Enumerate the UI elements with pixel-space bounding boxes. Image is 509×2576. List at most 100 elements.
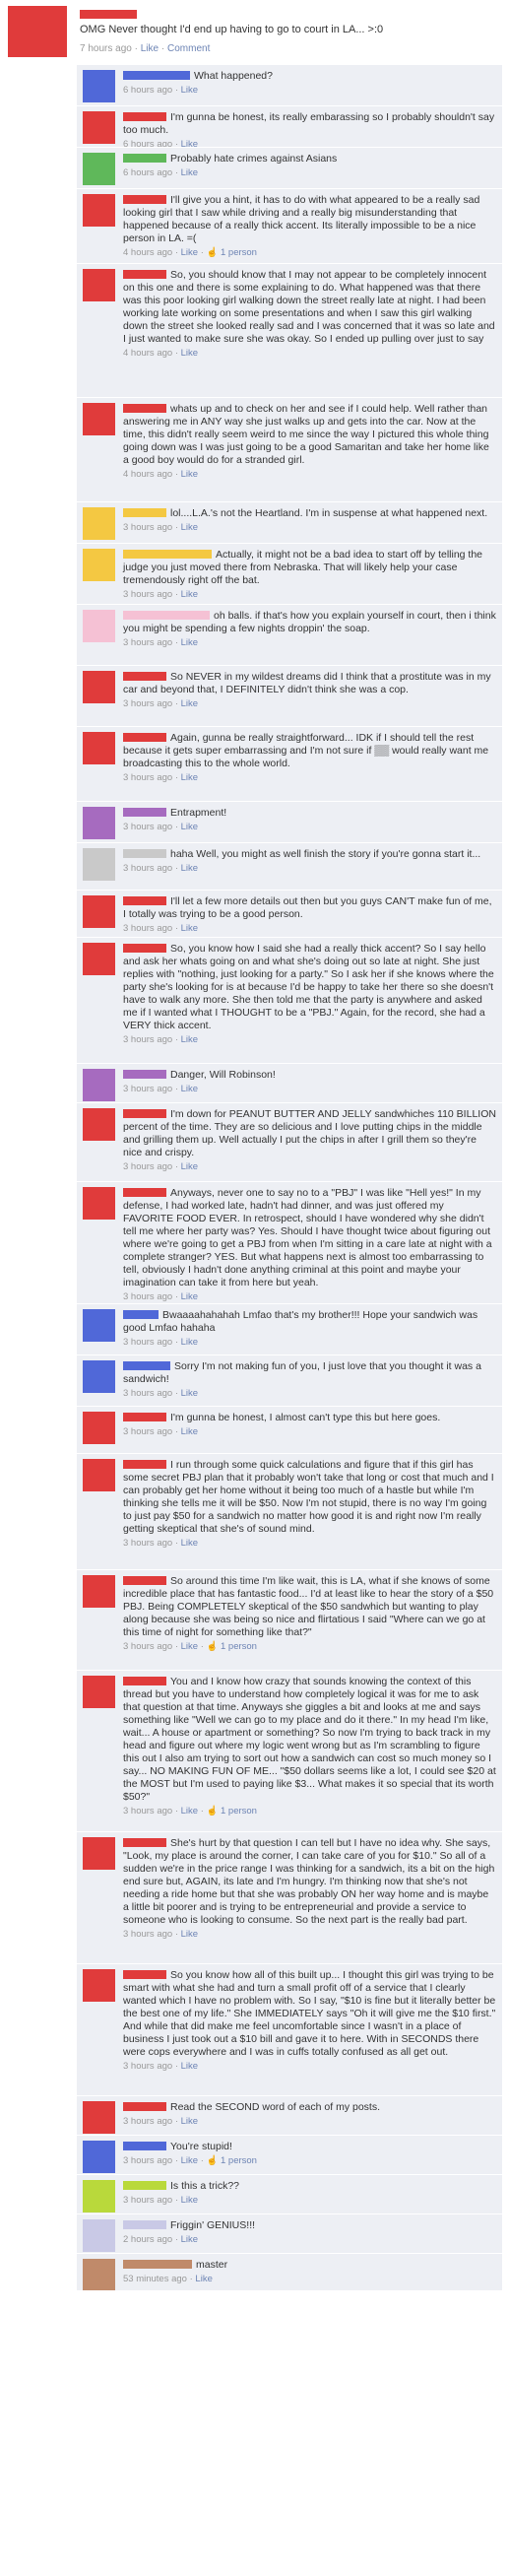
commenter-avatar[interactable] bbox=[83, 153, 115, 185]
like-link[interactable]: Like bbox=[181, 247, 198, 258]
like-link[interactable]: Like bbox=[181, 2155, 198, 2166]
commenter-avatar[interactable] bbox=[83, 1069, 115, 1101]
comment-time[interactable]: 3 hours ago bbox=[123, 1929, 172, 1940]
redacted-commenter-name[interactable] bbox=[123, 112, 166, 121]
comment-time[interactable]: 3 hours ago bbox=[123, 2116, 172, 2127]
comment-time[interactable]: 3 hours ago bbox=[123, 1806, 172, 1816]
like-link[interactable]: Like bbox=[195, 2274, 212, 2284]
like-link[interactable]: Like bbox=[181, 469, 198, 480]
comment-time[interactable]: 3 hours ago bbox=[123, 822, 172, 832]
redacted-commenter-name[interactable] bbox=[123, 270, 166, 279]
like-link[interactable]: Like bbox=[181, 923, 198, 934]
redacted-commenter-name[interactable] bbox=[123, 1070, 166, 1079]
like-link[interactable]: Like bbox=[181, 637, 198, 648]
commenter-avatar[interactable] bbox=[83, 269, 115, 301]
redacted-commenter-name[interactable] bbox=[123, 2142, 166, 2150]
redacted-commenter-name[interactable] bbox=[123, 2102, 166, 2111]
commenter-avatar[interactable] bbox=[83, 1108, 115, 1141]
like-link[interactable]: Like bbox=[181, 2234, 198, 2245]
redacted-commenter-name[interactable] bbox=[123, 1310, 159, 1319]
comment-time[interactable]: 3 hours ago bbox=[123, 1538, 172, 1549]
redacted-commenter-name[interactable] bbox=[123, 944, 166, 953]
like-link[interactable]: Like bbox=[181, 167, 198, 178]
commenter-avatar[interactable] bbox=[83, 807, 115, 839]
redacted-commenter-name[interactable] bbox=[123, 2260, 192, 2269]
commenter-avatar[interactable] bbox=[83, 943, 115, 975]
post-time[interactable]: 7 hours ago bbox=[80, 43, 132, 54]
like-link[interactable]: Like bbox=[181, 1291, 198, 1302]
like-link[interactable]: Like bbox=[181, 1426, 198, 1437]
commenter-avatar[interactable] bbox=[83, 2259, 115, 2290]
like-link[interactable]: Like bbox=[181, 698, 198, 709]
like-count[interactable]: 1 person bbox=[221, 1806, 257, 1816]
like-link[interactable]: Like bbox=[181, 1806, 198, 1816]
redacted-commenter-name[interactable] bbox=[123, 154, 166, 163]
comment-time[interactable]: 53 minutes ago bbox=[123, 2274, 187, 2284]
like-link[interactable]: Like bbox=[181, 1084, 198, 1094]
like-link[interactable]: Like bbox=[181, 139, 198, 147]
redacted-commenter-name[interactable] bbox=[123, 733, 166, 742]
like-link[interactable]: Like bbox=[181, 1161, 198, 1172]
redacted-commenter-name[interactable] bbox=[123, 896, 166, 905]
redacted-commenter-name[interactable] bbox=[123, 195, 166, 204]
redacted-commenter-name[interactable] bbox=[123, 1677, 166, 1685]
comment-time[interactable]: 4 hours ago bbox=[123, 348, 172, 359]
commenter-avatar[interactable] bbox=[83, 2219, 115, 2252]
comment-time[interactable]: 3 hours ago bbox=[123, 1337, 172, 1348]
comment-time[interactable]: 3 hours ago bbox=[123, 589, 172, 600]
comment-time[interactable]: 6 hours ago bbox=[123, 139, 172, 147]
like-link[interactable]: Like bbox=[181, 1034, 198, 1045]
redacted-commenter-name[interactable] bbox=[123, 808, 166, 817]
commenter-avatar[interactable] bbox=[83, 671, 115, 703]
comment-time[interactable]: 3 hours ago bbox=[123, 863, 172, 874]
redacted-commenter-name[interactable] bbox=[123, 2220, 166, 2229]
redacted-commenter-name[interactable] bbox=[123, 508, 166, 517]
like-link[interactable]: Like bbox=[181, 1337, 198, 1348]
commenter-avatar[interactable] bbox=[83, 2141, 115, 2173]
like-link[interactable]: Like bbox=[141, 43, 159, 54]
comment-time[interactable]: 3 hours ago bbox=[123, 1291, 172, 1302]
like-link[interactable]: Like bbox=[181, 2195, 198, 2206]
commenter-avatar[interactable] bbox=[83, 1412, 115, 1444]
commenter-avatar[interactable] bbox=[83, 111, 115, 144]
comment-time[interactable]: 3 hours ago bbox=[123, 1161, 172, 1172]
redacted-commenter-name[interactable] bbox=[123, 1361, 170, 1370]
commenter-avatar[interactable] bbox=[83, 895, 115, 928]
comment-time[interactable]: 2 hours ago bbox=[123, 2234, 172, 2245]
like-link[interactable]: Like bbox=[181, 822, 198, 832]
redacted-commenter-name[interactable] bbox=[123, 2181, 166, 2190]
like-link[interactable]: Like bbox=[181, 1388, 198, 1399]
redacted-commenter-name[interactable] bbox=[123, 1413, 166, 1421]
like-count[interactable]: 1 person bbox=[221, 1641, 257, 1652]
commenter-avatar[interactable] bbox=[83, 610, 115, 642]
comment-time[interactable]: 4 hours ago bbox=[123, 469, 172, 480]
like-link[interactable]: Like bbox=[181, 85, 198, 96]
like-link[interactable]: Like bbox=[181, 2116, 198, 2127]
redacted-name[interactable] bbox=[80, 10, 137, 19]
redacted-commenter-name[interactable] bbox=[123, 849, 166, 858]
comment-time[interactable]: 3 hours ago bbox=[123, 1641, 172, 1652]
redacted-commenter-name[interactable] bbox=[123, 611, 210, 620]
commenter-avatar[interactable] bbox=[83, 1676, 115, 1708]
like-link[interactable]: Like bbox=[181, 522, 198, 533]
comment-time[interactable]: 4 hours ago bbox=[123, 247, 172, 258]
commenter-avatar[interactable] bbox=[83, 1360, 115, 1393]
commenter-avatar[interactable] bbox=[83, 507, 115, 540]
redacted-commenter-name[interactable] bbox=[123, 71, 190, 80]
avatar[interactable] bbox=[8, 6, 67, 57]
comment-time[interactable]: 3 hours ago bbox=[123, 1426, 172, 1437]
like-link[interactable]: Like bbox=[181, 2061, 198, 2072]
redacted-commenter-name[interactable] bbox=[123, 1838, 166, 1847]
redacted-commenter-name[interactable] bbox=[123, 1460, 166, 1469]
like-link[interactable]: Like bbox=[181, 589, 198, 600]
commenter-avatar[interactable] bbox=[83, 1187, 115, 1220]
like-link[interactable]: Like bbox=[181, 348, 198, 359]
redacted-commenter-name[interactable] bbox=[123, 1970, 166, 1979]
redacted-commenter-name[interactable] bbox=[123, 1109, 166, 1118]
comment-time[interactable]: 3 hours ago bbox=[123, 637, 172, 648]
commenter-avatar[interactable] bbox=[83, 1459, 115, 1491]
redacted-commenter-name[interactable] bbox=[123, 550, 212, 559]
comment-time[interactable]: 3 hours ago bbox=[123, 1388, 172, 1399]
comment-time[interactable]: 3 hours ago bbox=[123, 2195, 172, 2206]
commenter-avatar[interactable] bbox=[83, 1309, 115, 1342]
